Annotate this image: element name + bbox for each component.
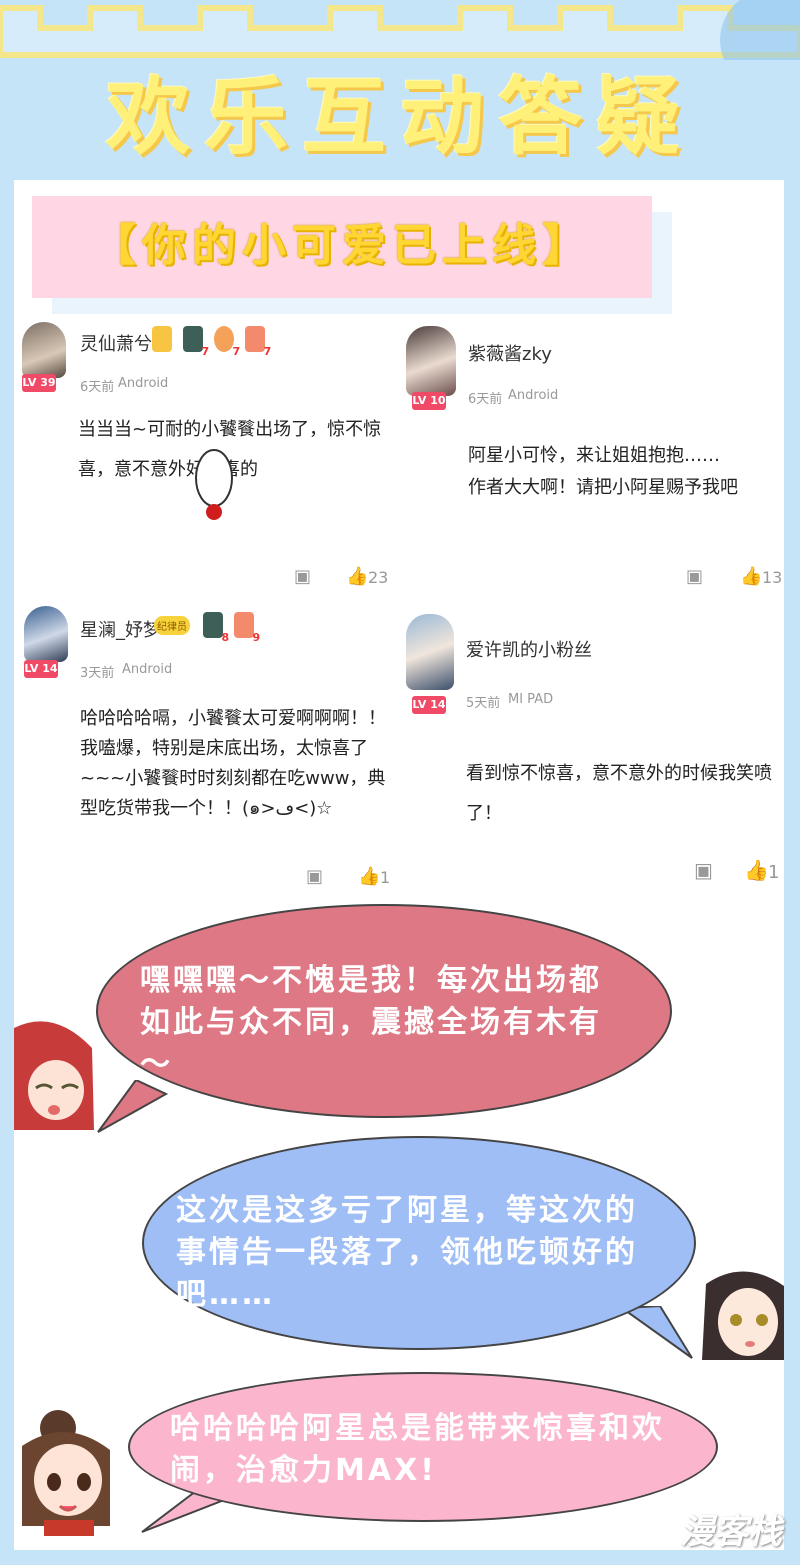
character-black-hair (700, 1264, 786, 1360)
badge-count: 7 (263, 345, 272, 358)
character-red-hair (14, 1018, 94, 1130)
sticker-image (195, 449, 233, 520)
username[interactable]: 星澜_妤梦 (80, 616, 161, 642)
bottle-badge-icon: 7 (245, 326, 271, 358)
comment-device: Android (508, 388, 559, 403)
reply-icon[interactable]: ▣ (694, 858, 713, 882)
badge-count: 7 (232, 345, 241, 358)
bottle-badge-icon: 9 (234, 612, 260, 644)
username[interactable]: 灵仙萧兮 (80, 330, 152, 356)
page-background: 欢乐互动答疑 【你的小可爱已上线】 LV 39 灵仙萧兮 7 7 7 6天前 A… (0, 0, 800, 1565)
avatar[interactable] (406, 326, 456, 396)
comment-text: 当当当~可耐的小饕餮出场了，惊不惊喜，意不意外好惊喜的 (78, 419, 382, 480)
character-brown-hair-girl (14, 1406, 118, 1536)
bubble-text: 嘿嘿嘿～不愧是我！每次出场都如此与众不同，震撼全场有木有～ (140, 963, 602, 1082)
badge-count: 9 (252, 631, 261, 644)
avatar[interactable] (24, 606, 68, 662)
avatar[interactable] (22, 322, 66, 378)
comment-time: 3天前 (80, 666, 115, 681)
like-icon[interactable]: 👍 (358, 866, 380, 887)
comment-text: 哈哈哈哈嗝，小饕餮太可爱啊啊啊！！我嗑爆，特别是床底出场，太惊喜了~~~小饕餮时… (80, 708, 386, 819)
like-icon[interactable]: 👍 (740, 566, 762, 587)
bubble-text: 这次是这多亏了阿星，等这次的事情告一段落了，领他吃顿好的吧…… (176, 1193, 638, 1312)
reply-icon[interactable]: ▣ (686, 566, 703, 587)
user-badges: 纪律员 8 9 (154, 612, 260, 644)
badge-count: 8 (221, 631, 230, 644)
comment-time: 6天前 (468, 392, 503, 407)
comment-time: 5天前 (466, 696, 501, 711)
discipline-tag: 纪律员 (154, 615, 190, 635)
comment-device: MI PAD (508, 692, 554, 707)
username[interactable]: 紫薇酱zky (468, 340, 552, 366)
level-badge: LV 14 (412, 696, 446, 714)
level-badge: LV 10 (412, 392, 446, 410)
banner-heading: 【你的小可爱已上线】 (92, 220, 592, 271)
reply-icon[interactable]: ▣ (306, 866, 323, 887)
like-icon[interactable]: 👍 (346, 566, 368, 587)
badge-count: 7 (201, 345, 210, 358)
gift-badge-icon (152, 326, 172, 352)
bubble-text: 哈哈哈哈阿星总是能带来惊喜和欢闹，治愈力MAX! (170, 1411, 665, 1488)
comment-text: 看到惊不惊喜，意不意外的时候我笑喷了！ (466, 763, 772, 824)
graduate-badge-icon: 7 (183, 326, 209, 358)
comment-text: 阿星小可怜，来让姐姐抱抱…… 作者大大啊！请把小阿星赐予我吧 (468, 445, 738, 498)
user-badges: 7 7 7 (152, 326, 271, 358)
username[interactable]: 爱许凯的小粉丝 (466, 636, 592, 662)
bubble-tail (97, 1080, 169, 1133)
ring-badge-icon: 7 (214, 326, 240, 358)
like-count: 1 (768, 862, 780, 883)
like-icon[interactable]: 👍 (744, 858, 769, 882)
avatar[interactable] (406, 614, 454, 690)
comment-device: Android (122, 662, 173, 677)
like-count: 13 (762, 568, 783, 587)
comment-device: Android (118, 376, 169, 391)
like-count: 1 (380, 868, 391, 887)
comment-time: 6天前 (80, 380, 115, 395)
castle-border-decoration (0, 0, 800, 60)
graduate-badge-icon: 8 (203, 612, 229, 644)
watermark-logo: 漫客栈 (680, 1512, 782, 1552)
level-badge: LV 39 (22, 374, 56, 392)
page-title: 欢乐互动答疑 (105, 68, 694, 166)
level-badge: LV 14 (24, 660, 58, 678)
like-count: 23 (368, 568, 389, 587)
reply-icon[interactable]: ▣ (294, 566, 311, 587)
